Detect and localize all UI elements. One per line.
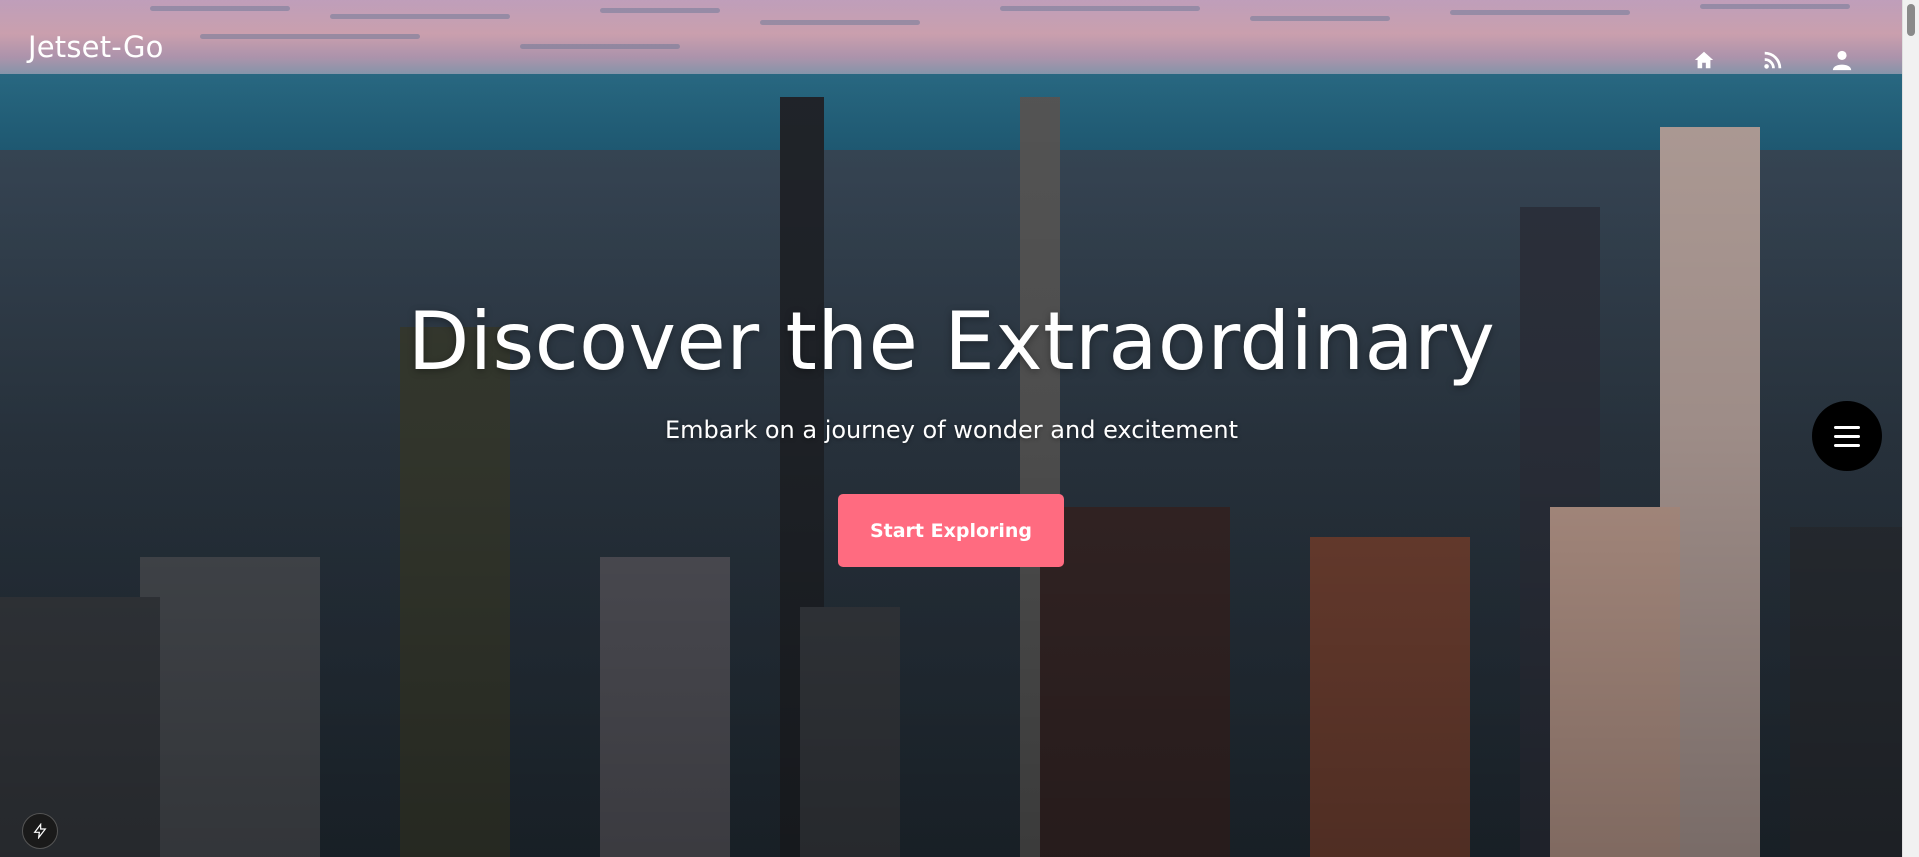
rss-icon[interactable] [1759,46,1787,74]
top-nav-icons [1690,46,1856,74]
user-icon[interactable] [1828,46,1856,74]
page: Jetset-Go Discover the Extraordinary Emb… [0,0,1919,857]
hamburger-menu-icon [1834,423,1860,450]
home-icon[interactable] [1690,46,1718,74]
site-logo[interactable]: Jetset-Go [28,30,164,64]
lightning-bolt-icon [33,823,47,839]
menu-button[interactable] [1812,401,1882,471]
hero-title: Discover the Extraordinary [407,295,1496,388]
hero-subtitle: Embark on a journey of wonder and excite… [664,416,1239,444]
scrollbar-thumb[interactable] [1907,4,1915,36]
page-scrollbar[interactable] [1902,0,1919,857]
lightning-badge-button[interactable] [22,813,58,849]
start-exploring-button[interactable]: Start Exploring [838,494,1064,567]
